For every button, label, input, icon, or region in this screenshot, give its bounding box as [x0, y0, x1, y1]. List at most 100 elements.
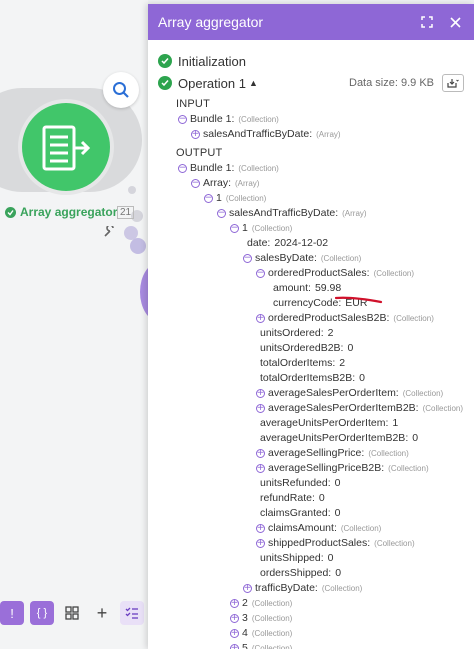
tree-type: (Collection) [238, 164, 279, 173]
tree-node[interactable]: − Bundle 1: (Collection) [148, 161, 474, 176]
tree-type: (Collection) [373, 269, 415, 278]
tree-node: unitsOrdered: 2 [148, 326, 474, 341]
tree-node[interactable]: +2 (Collection) [148, 596, 474, 611]
tree-key: 3 [242, 612, 248, 624]
tree-node: amount: 59.98 [148, 281, 474, 296]
success-icon [5, 206, 16, 218]
expand-icon[interactable]: + [256, 404, 265, 413]
tree-node[interactable]: + orderedProductSalesB2B: (Collection) [148, 311, 474, 326]
tree-node: date: 2024-12-02 [148, 236, 474, 251]
expand-button[interactable] [418, 13, 436, 31]
tree-node[interactable]: − Array: (Array) [148, 176, 474, 191]
tree-node: unitsShipped: 0 [148, 551, 474, 566]
tree-node[interactable]: − salesByDate: (Collection) [148, 251, 474, 266]
tree-type: (Collection) [321, 584, 363, 593]
expand-icon[interactable]: + [191, 130, 200, 139]
collapse-icon[interactable]: − [230, 224, 239, 233]
tree-node[interactable]: −1 (Collection) [148, 221, 474, 236]
tree-key: unitsShipped: [260, 552, 324, 564]
collapse-icon[interactable]: − [191, 179, 200, 188]
tree-node: averageUnitsPerOrderItemB2B: 0 [148, 431, 474, 446]
tree-type: (Collection) [251, 629, 293, 638]
tree-node[interactable]: +3 (Collection) [148, 611, 474, 626]
data-size-label: Data size: 9.9 KB [349, 77, 434, 89]
tree-key: averageSellingPriceB2B: [268, 462, 385, 474]
array-aggregator-module[interactable] [22, 103, 110, 191]
tree-node[interactable]: + salesAndTrafficByDate: (Array) [148, 127, 474, 142]
initialization-row[interactable]: Initialization [148, 50, 474, 72]
module-label-text: Array aggregator [20, 205, 118, 219]
tree-node[interactable]: + claimsAmount: (Collection) [148, 521, 474, 536]
tree-key: unitsRefunded: [260, 477, 331, 489]
collapse-icon[interactable]: − [256, 269, 265, 278]
expand-icon[interactable]: + [256, 524, 265, 533]
tree-key: unitsOrderedB2B: [260, 342, 344, 354]
tree-key: Array: [203, 177, 232, 189]
expand-icon[interactable]: + [256, 449, 265, 458]
tree-key: 5 [242, 642, 248, 649]
expand-icon[interactable]: + [230, 629, 239, 638]
expand-icon[interactable]: + [256, 539, 265, 548]
tree-node[interactable]: − salesAndTrafficByDate: (Array) [148, 206, 474, 221]
expand-icon[interactable]: + [256, 464, 265, 473]
tree-key: shippedProductSales: [268, 537, 371, 549]
expand-icon[interactable]: + [230, 644, 239, 649]
expand-icon[interactable]: + [256, 389, 265, 398]
tree-key: totalOrderItems: [260, 357, 336, 369]
operation-label: Operation 1 [178, 75, 246, 91]
tree-node[interactable]: +4 (Collection) [148, 626, 474, 641]
scenario-canvas[interactable]: Array aggregator 21 ! { } + [0, 0, 148, 649]
next-module-partial[interactable] [140, 262, 148, 322]
collapse-icon[interactable]: − [217, 209, 226, 218]
background-bubble [130, 238, 146, 254]
plus-icon: + [96, 602, 108, 623]
tree-key: averageUnitsPerOrderItemB2B: [260, 432, 409, 444]
collapse-icon[interactable]: − [243, 254, 252, 263]
tree-node[interactable]: − Bundle 1: (Collection) [148, 112, 474, 127]
add-module-button[interactable]: + [90, 601, 114, 625]
expand-icon[interactable]: + [230, 614, 239, 623]
functions-button[interactable]: { } [30, 601, 54, 625]
collapse-caret-icon[interactable]: ▲ [249, 78, 258, 88]
expand-icon[interactable]: + [256, 314, 265, 323]
tree-node[interactable]: + averageSellingPrice: (Collection) [148, 446, 474, 461]
tree-key: Bundle 1: [190, 162, 235, 174]
operation-row[interactable]: Operation 1 ▲ Data size: 9.9 KB [148, 72, 474, 94]
tree-node[interactable]: + averageSellingPriceB2B: (Collection) [148, 461, 474, 476]
checklist-button[interactable] [120, 601, 144, 625]
search-icon [113, 82, 129, 98]
tree-key: trafficByDate: [255, 582, 318, 594]
collapse-icon[interactable]: − [204, 194, 213, 203]
collapse-icon[interactable]: − [178, 164, 187, 173]
tree-node[interactable]: − orderedProductSales: (Collection) [148, 266, 474, 281]
download-button[interactable] [442, 74, 464, 92]
inspect-search-button[interactable] [103, 72, 139, 108]
wrench-icon[interactable] [104, 226, 115, 237]
tree-node[interactable]: + averageSalesPerOrderItem: (Collection) [148, 386, 474, 401]
expand-icon[interactable]: + [230, 599, 239, 608]
tree-key: orderedProductSales: [268, 267, 370, 279]
tree-node[interactable]: +5 (Collection) [148, 641, 474, 649]
tree-value: 2 [327, 327, 334, 339]
tree-node[interactable]: + averageSalesPerOrderItemB2B: (Collection… [148, 401, 474, 416]
tree-key: claimsGranted: [260, 507, 331, 519]
tree-node: unitsRefunded: 0 [148, 476, 474, 491]
tree-key: claimsAmount: [268, 522, 337, 534]
tree-node[interactable]: −1 (Collection) [148, 191, 474, 206]
tree-value: 1 [392, 417, 399, 429]
expand-icon[interactable]: + [243, 584, 252, 593]
tree-node[interactable]: + shippedProductSales: (Collection) [148, 536, 474, 551]
tree-node[interactable]: + trafficByDate: (Collection) [148, 581, 474, 596]
tree-type: (Collection) [368, 449, 409, 458]
tree-key: currencyCode: [273, 297, 342, 309]
tree-node: claimsGranted: 0 [148, 506, 474, 521]
tree-value: 0 [334, 477, 341, 489]
tree-key: averageSalesPerOrderItemB2B: [268, 402, 419, 414]
grid-button[interactable] [60, 601, 84, 625]
collapse-icon[interactable]: − [178, 115, 187, 124]
notes-button[interactable]: ! [0, 601, 24, 625]
close-button[interactable] [446, 13, 464, 31]
tree-value: 0 [327, 552, 334, 564]
input-section-label: INPUT [176, 98, 210, 110]
tree-key: Bundle 1: [190, 113, 235, 125]
